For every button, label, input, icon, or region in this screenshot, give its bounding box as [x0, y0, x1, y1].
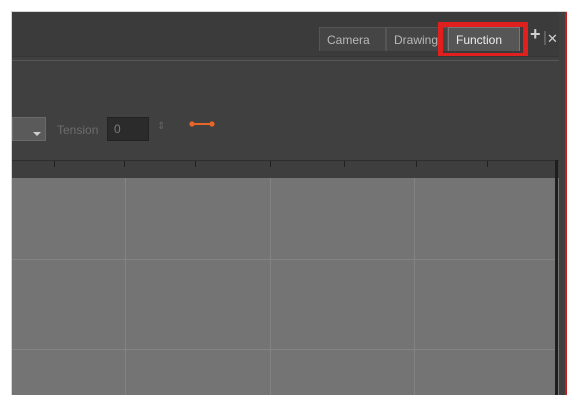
- close-icon[interactable]: ✕: [547, 31, 558, 46]
- ruler-tick: [124, 161, 125, 167]
- chevron-down-icon: [33, 132, 41, 136]
- tension-label: Tension: [57, 123, 99, 137]
- keyframe-link-icon[interactable]: [189, 120, 215, 128]
- function-toolbar: [12, 56, 559, 161]
- tab-camera[interactable]: Camera: [319, 27, 386, 51]
- view-tab-bar: Camera Drawing Function + | ✕: [12, 12, 559, 58]
- ruler-tick: [487, 161, 488, 167]
- function-view-panel: Camera Drawing Function + | ✕ Tension 0 …: [12, 12, 559, 395]
- grid-line-vertical: [125, 178, 126, 395]
- panel-edge: [559, 12, 567, 395]
- interpolation-dropdown[interactable]: [12, 117, 46, 141]
- grid-line-vertical: [270, 178, 271, 395]
- plus-icon[interactable]: +: [530, 25, 541, 43]
- graph-right-border: [555, 160, 558, 395]
- grid-line-horizontal: [12, 349, 559, 350]
- ruler-tick: [270, 161, 271, 167]
- toolbar-divider: [12, 60, 559, 61]
- ruler-tick: [54, 161, 55, 167]
- ruler-tick: [416, 161, 417, 167]
- function-tab-highlight: [438, 22, 528, 58]
- frame-ruler[interactable]: 125 150 175 2(: [12, 160, 559, 189]
- screenshot-frame: Camera Drawing Function + | ✕ Tension 0 …: [11, 11, 567, 395]
- spinner-arrows-icon[interactable]: ⇕: [157, 122, 165, 132]
- function-graph-area[interactable]: [12, 178, 559, 395]
- tension-field[interactable]: 0: [107, 117, 149, 141]
- grid-line-horizontal: [12, 259, 559, 260]
- grid-line-vertical: [414, 178, 415, 395]
- ruler-tick: [195, 161, 196, 167]
- ruler-tick: [344, 161, 345, 167]
